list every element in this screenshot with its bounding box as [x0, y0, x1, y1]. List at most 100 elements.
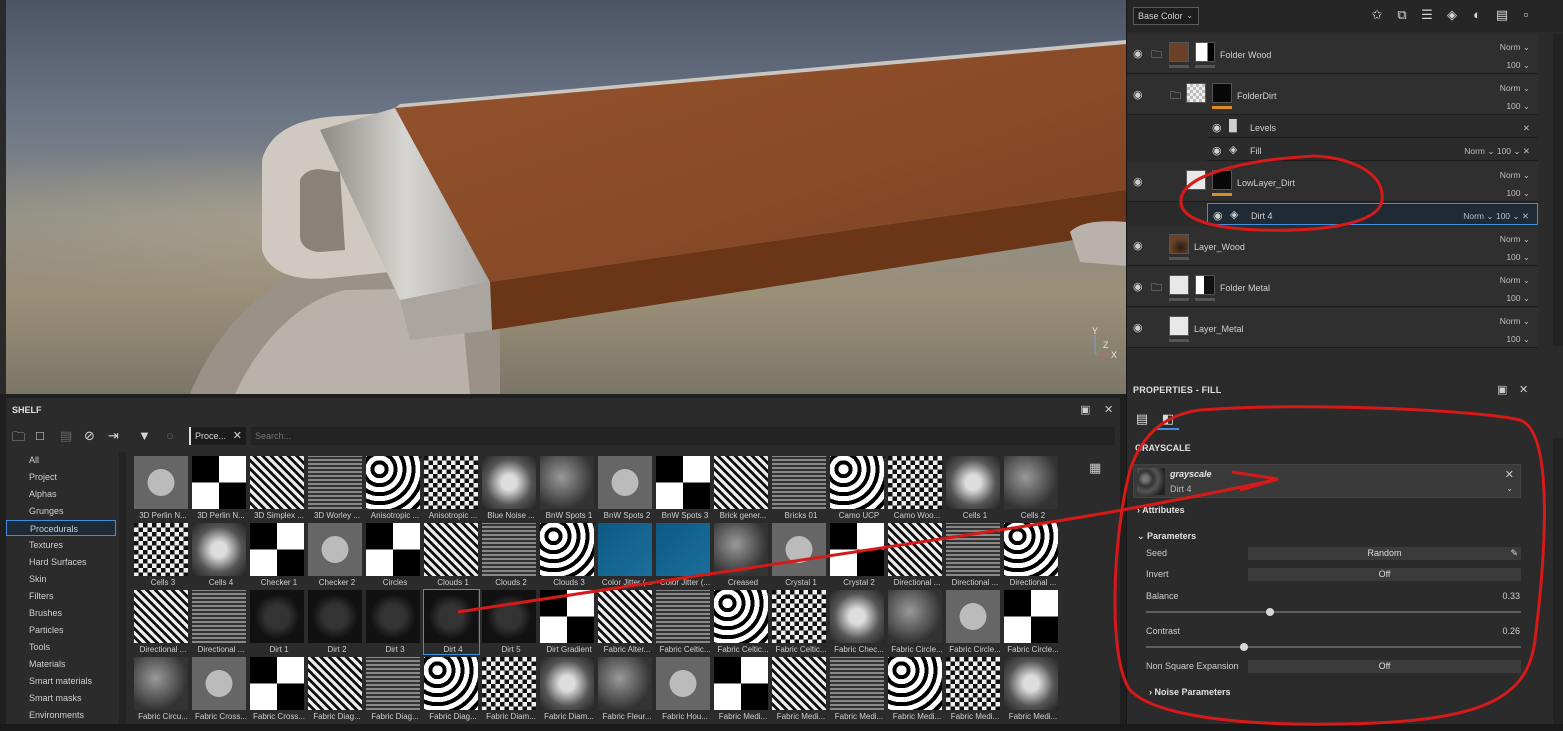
contrast-value[interactable]: 0.26: [1502, 626, 1520, 636]
shelf-tile[interactable]: Brick gener...: [714, 456, 769, 520]
shelf-tile[interactable]: Color Jitter (...: [656, 523, 711, 587]
shelf-tile[interactable]: Cells 4: [192, 523, 247, 587]
shelf-tile[interactable]: Checker 1: [250, 523, 305, 587]
shelf-tile[interactable]: Anisotropic ...: [366, 456, 421, 520]
shelf-tile[interactable]: Cells 1: [946, 456, 1001, 520]
shelf-tile[interactable]: Clouds 3: [540, 523, 595, 587]
shelf-tile[interactable]: Fabric Circle...: [1004, 590, 1059, 654]
balance-slider-knob[interactable]: [1265, 608, 1274, 616]
shelf-tile[interactable]: Dirt 5: [482, 590, 537, 654]
eye-icon[interactable]: ◉: [1133, 280, 1143, 293]
shelf-tile[interactable]: Camo UCP: [830, 456, 885, 520]
blend-mode[interactable]: Norm ⌄: [1500, 42, 1530, 53]
save-icon[interactable]: ▤: [60, 428, 72, 444]
eye-icon[interactable]: ◉: [1212, 121, 1222, 134]
shelf-tile[interactable]: Fabric Hou...: [656, 657, 711, 721]
properties-scrollbar[interactable]: [1553, 438, 1563, 728]
shelf-tile[interactable]: Fabric Fleur...: [598, 657, 653, 721]
settings-tab-icon[interactable]: ▤: [1131, 408, 1153, 430]
mask-thumbnail[interactable]: [1195, 275, 1215, 295]
contrast-slider-knob[interactable]: [1239, 643, 1248, 651]
undock-icon[interactable]: ▣: [1080, 403, 1090, 416]
mask-icon[interactable]: ◐: [1469, 7, 1485, 23]
shelf-category-filters[interactable]: Filters: [6, 588, 116, 604]
layer-row-folderdirt[interactable]: ◉ 🗀 FolderDirt Norm ⌄ 100 ⌄: [1127, 75, 1538, 115]
reset-icon[interactable]: ○: [166, 428, 174, 443]
layers-scrollbar[interactable]: [1553, 34, 1563, 346]
effect-row-dirt4[interactable]: ◉ ◈ Dirt 4 Norm ⌄ 100 ⌄ ✕: [1207, 203, 1538, 225]
shelf-tile[interactable]: Directional ...: [1004, 523, 1059, 587]
mask-thumbnail[interactable]: [1212, 83, 1232, 103]
blend-mode[interactable]: Norm ⌄: [1500, 316, 1530, 327]
close-icon[interactable]: ✕: [1505, 468, 1514, 481]
shelf-tile[interactable]: 3D Perlin N...: [134, 456, 189, 520]
shelf-tile[interactable]: Fabric Cross...: [250, 657, 305, 721]
shelf-tile[interactable]: Fabric Diam...: [540, 657, 595, 721]
shelf-tile[interactable]: Clouds 1: [424, 523, 479, 587]
layer-row-folder-wood[interactable]: ◉ 🗀 Folder Wood Norm ⌄ 100 ⌄: [1127, 34, 1538, 74]
undock-icon[interactable]: ▣: [1497, 383, 1507, 396]
shelf-tile[interactable]: BnW Spots 1: [540, 456, 595, 520]
shelf-tile[interactable]: Fabric Circle...: [946, 590, 1001, 654]
shelf-category-smart-masks[interactable]: Smart masks: [6, 690, 116, 706]
close-icon[interactable]: ✕: [1104, 403, 1113, 416]
fill-layer-icon[interactable]: ◈: [1444, 7, 1460, 23]
shelf-category-alphas[interactable]: Alphas: [6, 486, 116, 502]
effect-blend[interactable]: Norm ⌄ 100 ⌄ ✕: [1464, 146, 1530, 157]
close-icon[interactable]: ✕: [1519, 383, 1528, 396]
3d-viewport[interactable]: Y X Z: [0, 0, 1126, 394]
shelf-tile[interactable]: Fabric Diag...: [366, 657, 421, 721]
shelf-tile[interactable]: Crystal 2: [830, 523, 885, 587]
shelf-tile[interactable]: Directional ...: [134, 590, 189, 654]
shelf-category-particles[interactable]: Particles: [6, 622, 116, 638]
shelf-tile[interactable]: Fabric Celtic...: [656, 590, 711, 654]
folder-icon[interactable]: 🗀: [12, 428, 25, 450]
blend-mode[interactable]: Norm ⌄: [1500, 234, 1530, 245]
shelf-tile[interactable]: Dirt 1: [250, 590, 305, 654]
shelf-tile[interactable]: Fabric Diam...: [482, 657, 537, 721]
shelf-category-grunges[interactable]: Grunges: [6, 503, 116, 519]
eye-icon[interactable]: ◉: [1133, 47, 1143, 60]
shelf-category-smart-materials[interactable]: Smart materials: [6, 673, 116, 689]
blend-mode[interactable]: Norm ⌄: [1500, 170, 1530, 181]
blend-mode[interactable]: Norm ⌄: [1500, 83, 1530, 94]
grid-view-icon[interactable]: ▦: [1089, 460, 1101, 476]
attributes-header[interactable]: › Attributes: [1137, 505, 1185, 515]
shelf-tile[interactable]: Dirt Gradient: [540, 590, 595, 654]
seed-field[interactable]: Random ✎: [1248, 547, 1521, 560]
shelf-tile[interactable]: Blue Noise ...: [482, 456, 537, 520]
effect-icon[interactable]: ⧉: [1394, 7, 1410, 23]
opacity-value[interactable]: 100 ⌄: [1506, 188, 1530, 199]
shelf-tile[interactable]: BnW Spots 2: [598, 456, 653, 520]
shelf-tile[interactable]: Creased: [714, 523, 769, 587]
shelf-tile[interactable]: Fabric Medi...: [830, 657, 885, 721]
shelf-tile[interactable]: Fabric Chec...: [830, 590, 885, 654]
shelf-tile[interactable]: Circles: [366, 523, 421, 587]
shelf-tile[interactable]: Anisotropic ...: [424, 456, 479, 520]
shelf-tile[interactable]: Fabric Cross...: [192, 657, 247, 721]
mask-thumbnail[interactable]: [1195, 42, 1215, 62]
categories-scrollbar[interactable]: [119, 452, 126, 731]
balance-slider[interactable]: [1146, 608, 1521, 616]
magic-wand-icon[interactable]: ✩: [1369, 7, 1385, 23]
mask-thumbnail[interactable]: [1212, 170, 1232, 190]
shelf-tile[interactable]: Dirt 2: [308, 590, 363, 654]
layer-row-folder-metal[interactable]: ◉ 🗀 Folder Metal Norm ⌄ 100 ⌄: [1127, 267, 1538, 307]
parameters-header[interactable]: ⌄ Parameters: [1137, 531, 1196, 542]
layer-row-layer-metal[interactable]: ◉ Layer_Metal Norm ⌄ 100 ⌄: [1127, 308, 1538, 348]
close-icon[interactable]: ✕: [233, 429, 242, 442]
shelf-tile[interactable]: 3D Worley ...: [308, 456, 363, 520]
shelf-category-procedurals[interactable]: Procedurals: [6, 520, 116, 536]
blend-mode[interactable]: Norm ⌄: [1500, 275, 1530, 286]
shelf-tile[interactable]: Fabric Diag...: [424, 657, 479, 721]
shelf-search-input[interactable]: [251, 427, 1115, 445]
shelf-tile[interactable]: Camo Woo...: [888, 456, 943, 520]
layer-row-lowlayer-dirt[interactable]: ◉ LowLayer_Dirt Norm ⌄ 100 ⌄: [1127, 162, 1538, 202]
shelf-tile[interactable]: BnW Spots 3: [656, 456, 711, 520]
shelf-tile[interactable]: Color Jitter (...: [598, 523, 653, 587]
shelf-tile[interactable]: Fabric Medi...: [946, 657, 1001, 721]
resource-slot[interactable]: grayscale Dirt 4 ✕ ⌄: [1133, 464, 1521, 498]
import-icon[interactable]: ⇥: [108, 428, 119, 444]
shelf-tile[interactable]: Fabric Medi...: [772, 657, 827, 721]
trash-icon[interactable]: ▫: [1518, 7, 1534, 23]
